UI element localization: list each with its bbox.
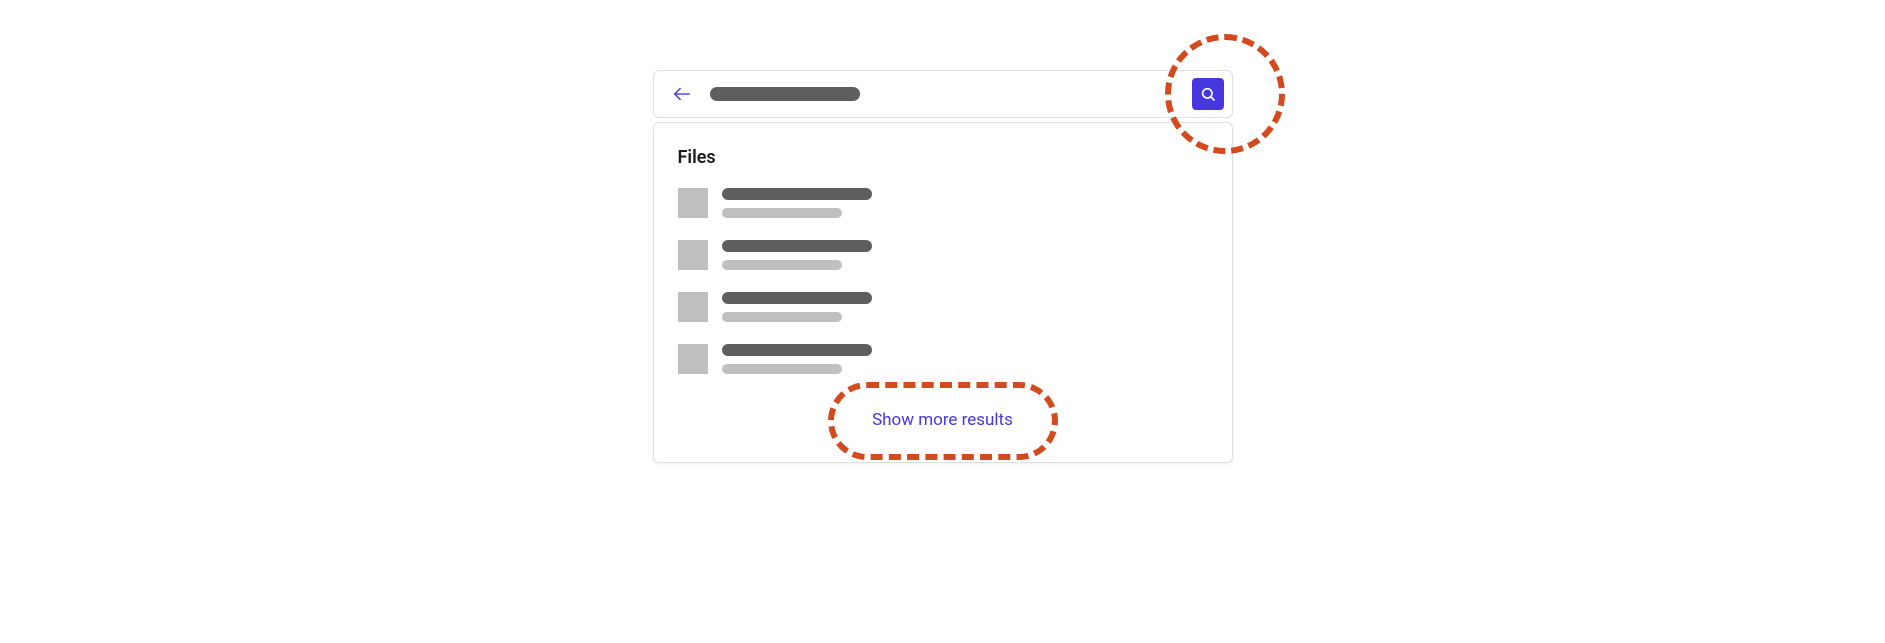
search-button[interactable] bbox=[1192, 78, 1224, 110]
result-title-placeholder bbox=[722, 240, 872, 252]
result-title-placeholder bbox=[722, 188, 872, 200]
result-title-placeholder bbox=[722, 292, 872, 304]
file-thumbnail-icon bbox=[678, 188, 708, 218]
file-thumbnail-icon bbox=[678, 240, 708, 270]
list-item[interactable] bbox=[678, 344, 1208, 374]
result-text bbox=[722, 240, 872, 270]
result-title-placeholder bbox=[722, 344, 872, 356]
back-arrow-icon[interactable] bbox=[670, 82, 694, 106]
result-text bbox=[722, 292, 872, 322]
list-item[interactable] bbox=[678, 292, 1208, 322]
results-panel: Files bbox=[653, 122, 1233, 463]
search-results-mockup: Files bbox=[653, 70, 1233, 463]
search-bar-wrapper bbox=[653, 70, 1233, 118]
result-subtitle-placeholder bbox=[722, 312, 842, 322]
list-item[interactable] bbox=[678, 240, 1208, 270]
show-more-wrapper: Show more results bbox=[678, 402, 1208, 438]
result-text bbox=[722, 344, 872, 374]
result-text bbox=[722, 188, 872, 218]
section-title: Files bbox=[678, 147, 1208, 168]
result-subtitle-placeholder bbox=[722, 364, 842, 374]
file-thumbnail-icon bbox=[678, 292, 708, 322]
file-thumbnail-icon bbox=[678, 344, 708, 374]
result-subtitle-placeholder bbox=[722, 208, 842, 218]
list-item[interactable] bbox=[678, 188, 1208, 218]
show-more-link[interactable]: Show more results bbox=[856, 402, 1029, 438]
search-bar bbox=[653, 70, 1233, 118]
search-icon bbox=[1200, 86, 1216, 102]
result-list bbox=[678, 188, 1208, 374]
search-input[interactable] bbox=[710, 87, 860, 101]
result-subtitle-placeholder bbox=[722, 260, 842, 270]
